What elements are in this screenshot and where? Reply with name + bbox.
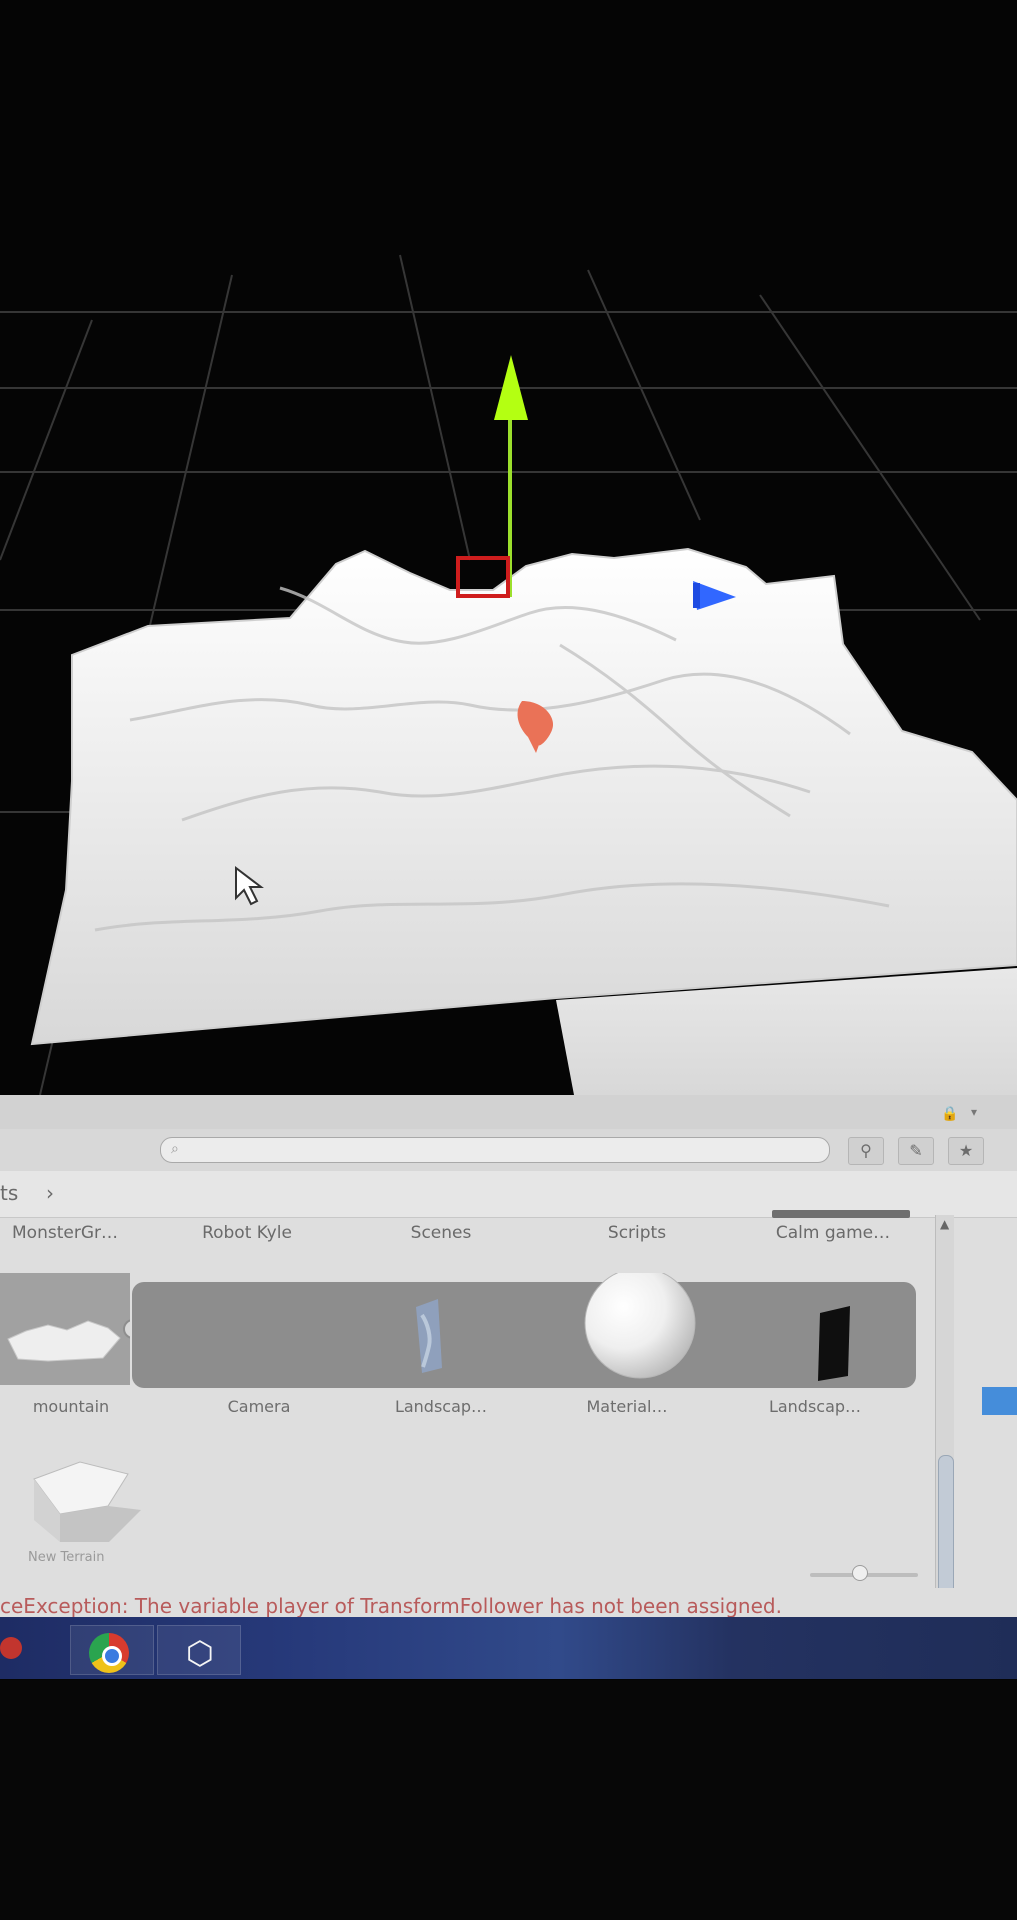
terrain-thumbnail	[33, 1461, 141, 1542]
filter-button[interactable]: ⚲	[848, 1137, 884, 1165]
landscape-dark-thumbnail	[818, 1306, 850, 1381]
asset-label: Landscap…	[768, 1397, 862, 1416]
asset-label: Landscap…	[394, 1397, 488, 1416]
folder-item[interactable]: Scripts	[562, 1223, 712, 1243]
terrain-mesh[interactable]	[30, 547, 1017, 1046]
unity-icon: ⬡	[186, 1634, 214, 1672]
menu-icon[interactable]: ▾	[971, 1105, 977, 1119]
mountain-thumbnail	[0, 1273, 143, 1385]
landscape-thumbnail	[416, 1299, 442, 1373]
folder-item[interactable]: Calm game…	[758, 1223, 908, 1243]
chrome-taskbar-button[interactable]	[70, 1625, 154, 1675]
asset-tile[interactable]	[760, 1273, 890, 1385]
label-button[interactable]: ✎	[898, 1137, 934, 1165]
project-panel: 🔒 ▾ ⌕ ⚲ ✎ ★ ts › MonsterGr… Robot Kyle S…	[0, 1095, 1017, 1625]
console-message: ceException: The variable player of Tran…	[0, 1594, 782, 1618]
monitor-bezel	[0, 1680, 1017, 1920]
asset-tile[interactable]	[575, 1267, 705, 1385]
windows-taskbar: ⬡	[0, 1617, 1017, 1679]
red-app-icon[interactable]	[0, 1637, 22, 1659]
scene-view[interactable]	[0, 0, 1017, 1095]
folder-item[interactable]: Robot Kyle	[172, 1223, 322, 1243]
asset-tile[interactable]	[14, 1440, 154, 1550]
asset-tile[interactable]	[390, 1273, 520, 1385]
search-input[interactable]: ⌕	[160, 1137, 830, 1163]
breadcrumb-separator: ›	[46, 1181, 54, 1205]
folder-preview-strip	[772, 1210, 910, 1218]
search-icon: ⌕	[171, 1141, 179, 1157]
scene-canvas	[0, 254, 1017, 1095]
unity-taskbar-button[interactable]: ⬡	[157, 1625, 241, 1675]
material-thumbnail	[584, 1267, 696, 1379]
panel-topbar: 🔒 ▾	[0, 1095, 1017, 1130]
folder-item[interactable]: Scenes	[366, 1223, 516, 1243]
asset-label: Material…	[586, 1397, 668, 1416]
side-panel-tab[interactable]	[982, 1387, 1017, 1415]
asset-tile[interactable]	[0, 1273, 143, 1385]
project-toolbar: ⌕ ⚲ ✎ ★	[0, 1129, 1017, 1171]
chrome-icon	[89, 1633, 129, 1673]
asset-label: mountain	[32, 1397, 110, 1416]
scroll-up-icon[interactable]: ▲	[940, 1217, 949, 1231]
zoom-slider-thumb[interactable]	[852, 1565, 868, 1581]
favorite-button[interactable]: ★	[948, 1137, 984, 1165]
folder-item[interactable]: MonsterGr…	[0, 1223, 140, 1243]
lock-icon[interactable]: 🔒	[941, 1107, 958, 1121]
asset-label: Camera	[227, 1397, 291, 1416]
breadcrumb-item[interactable]: ts	[0, 1181, 18, 1205]
vertical-scrollbar[interactable]: ▲ ▼	[935, 1215, 954, 1625]
asset-label: New Terrain	[28, 1550, 105, 1565]
